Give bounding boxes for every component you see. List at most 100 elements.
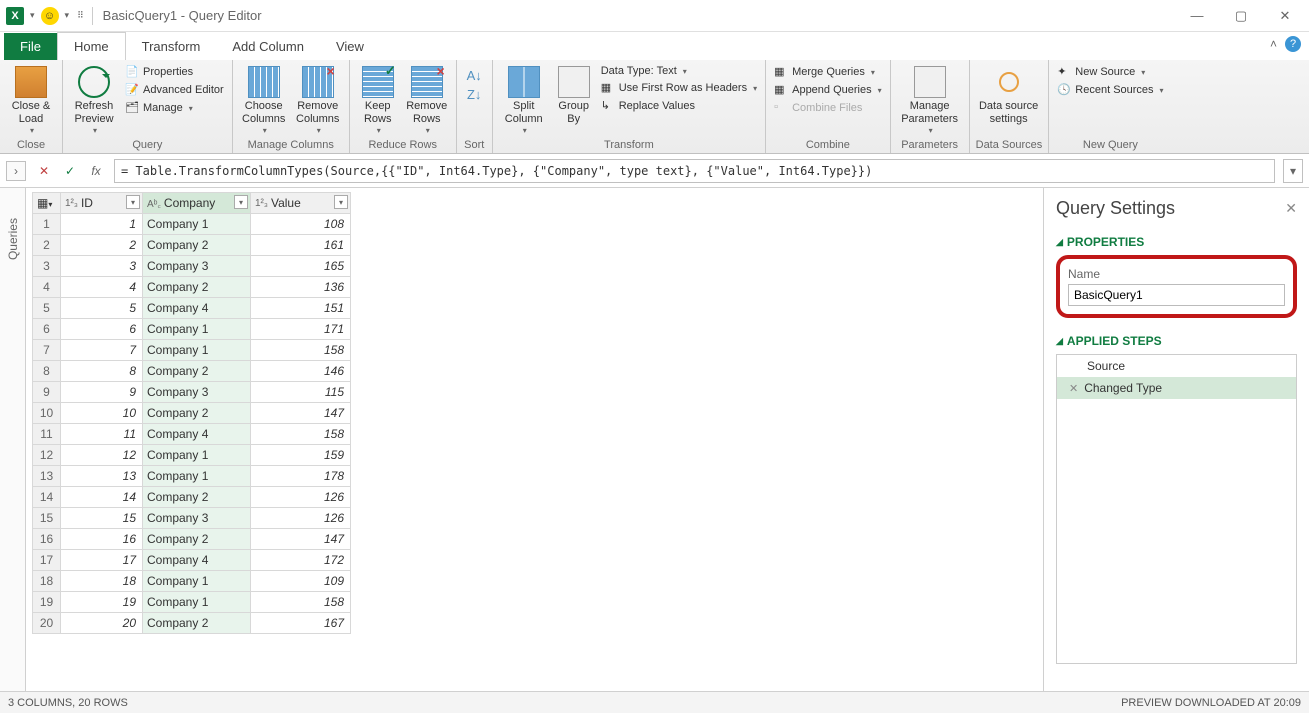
- replace-values-button[interactable]: ↳Replace Values: [599, 98, 759, 114]
- cell-company[interactable]: Company 1: [143, 445, 251, 466]
- table-row[interactable]: 1616Company 2147: [33, 529, 351, 550]
- cell-id[interactable]: 16: [61, 529, 143, 550]
- tab-home[interactable]: Home: [57, 32, 126, 60]
- use-first-row-button[interactable]: ▦Use First Row as Headers▾: [599, 80, 759, 96]
- tab-add-column[interactable]: Add Column: [216, 33, 320, 60]
- query-name-input[interactable]: [1068, 284, 1285, 306]
- append-queries-button[interactable]: ▦Append Queries▾: [772, 82, 884, 98]
- table-row[interactable]: 1717Company 4172: [33, 550, 351, 571]
- cell-value[interactable]: 161: [251, 235, 351, 256]
- choose-columns-button[interactable]: Choose Columns▾: [239, 64, 289, 136]
- table-row[interactable]: 1414Company 2126: [33, 487, 351, 508]
- cell-id[interactable]: 7: [61, 340, 143, 361]
- cell-id[interactable]: 13: [61, 466, 143, 487]
- qat-customize[interactable]: ⠿: [75, 10, 86, 21]
- table-row[interactable]: 1515Company 3126: [33, 508, 351, 529]
- cell-id[interactable]: 5: [61, 298, 143, 319]
- expand-queries-button[interactable]: ›: [6, 161, 26, 181]
- cell-id[interactable]: 19: [61, 592, 143, 613]
- row-number[interactable]: 1: [33, 214, 61, 235]
- row-number[interactable]: 8: [33, 361, 61, 382]
- cell-value[interactable]: 178: [251, 466, 351, 487]
- cell-id[interactable]: 10: [61, 403, 143, 424]
- maximize-button[interactable]: ▢: [1223, 4, 1259, 28]
- sort-asc-button[interactable]: A↓: [467, 68, 482, 83]
- cell-company[interactable]: Company 4: [143, 550, 251, 571]
- row-number[interactable]: 12: [33, 445, 61, 466]
- cell-value[interactable]: 136: [251, 277, 351, 298]
- cell-company[interactable]: Company 2: [143, 613, 251, 634]
- row-number[interactable]: 19: [33, 592, 61, 613]
- step-source[interactable]: Source: [1057, 355, 1296, 377]
- cell-id[interactable]: 8: [61, 361, 143, 382]
- row-number[interactable]: 6: [33, 319, 61, 340]
- filter-company-button[interactable]: ▾: [234, 195, 248, 209]
- recent-sources-button[interactable]: 🕓Recent Sources▾: [1055, 82, 1165, 98]
- cell-company[interactable]: Company 4: [143, 298, 251, 319]
- row-number[interactable]: 7: [33, 340, 61, 361]
- properties-button[interactable]: 📄Properties: [123, 64, 226, 80]
- cell-value[interactable]: 165: [251, 256, 351, 277]
- step-changed-type[interactable]: ✕Changed Type: [1057, 377, 1296, 399]
- cell-id[interactable]: 3: [61, 256, 143, 277]
- refresh-preview-button[interactable]: Refresh Preview▾: [69, 64, 119, 136]
- row-number[interactable]: 3: [33, 256, 61, 277]
- tab-file[interactable]: File: [4, 33, 57, 60]
- cell-company[interactable]: Company 2: [143, 487, 251, 508]
- table-row[interactable]: 33Company 3165: [33, 256, 351, 277]
- cell-value[interactable]: 151: [251, 298, 351, 319]
- row-number[interactable]: 17: [33, 550, 61, 571]
- minimize-button[interactable]: —: [1179, 4, 1215, 28]
- cell-id[interactable]: 15: [61, 508, 143, 529]
- tab-view[interactable]: View: [320, 33, 380, 60]
- row-number[interactable]: 14: [33, 487, 61, 508]
- row-number[interactable]: 9: [33, 382, 61, 403]
- cell-id[interactable]: 18: [61, 571, 143, 592]
- cell-value[interactable]: 126: [251, 508, 351, 529]
- group-by-button[interactable]: Group By: [553, 64, 595, 126]
- cell-company[interactable]: Company 1: [143, 592, 251, 613]
- smiley-icon[interactable]: ☺: [41, 7, 59, 25]
- manage-parameters-button[interactable]: Manage Parameters▾: [897, 64, 963, 136]
- cell-company[interactable]: Company 2: [143, 403, 251, 424]
- applied-steps-header[interactable]: APPLIED STEPS: [1056, 334, 1297, 348]
- table-row[interactable]: 66Company 1171: [33, 319, 351, 340]
- collapse-ribbon-icon[interactable]: ˄: [1270, 37, 1277, 51]
- column-header-value[interactable]: 1²₃Value ▾: [251, 193, 351, 214]
- cell-value[interactable]: 172: [251, 550, 351, 571]
- close-settings-button[interactable]: ✕: [1285, 200, 1297, 217]
- manage-button[interactable]: 🗂Manage▾: [123, 100, 226, 116]
- data-source-settings-button[interactable]: Data source settings: [976, 64, 1042, 126]
- cell-value[interactable]: 167: [251, 613, 351, 634]
- remove-rows-button[interactable]: Remove Rows▾: [404, 64, 450, 136]
- row-number[interactable]: 11: [33, 424, 61, 445]
- table-row[interactable]: 99Company 3115: [33, 382, 351, 403]
- tab-transform[interactable]: Transform: [126, 33, 217, 60]
- table-row[interactable]: 1919Company 1158: [33, 592, 351, 613]
- data-type-button[interactable]: Data Type: Text▾: [599, 64, 759, 78]
- cell-value[interactable]: 147: [251, 529, 351, 550]
- cell-company[interactable]: Company 2: [143, 277, 251, 298]
- cell-id[interactable]: 11: [61, 424, 143, 445]
- cell-company[interactable]: Company 1: [143, 319, 251, 340]
- new-source-button[interactable]: ✦New Source▾: [1055, 64, 1165, 80]
- cell-company[interactable]: Company 1: [143, 466, 251, 487]
- cell-company[interactable]: Company 2: [143, 529, 251, 550]
- row-number[interactable]: 20: [33, 613, 61, 634]
- table-row[interactable]: 2020Company 2167: [33, 613, 351, 634]
- formula-input[interactable]: = Table.TransformColumnTypes(Source,{{"I…: [114, 159, 1275, 183]
- filter-value-button[interactable]: ▾: [334, 195, 348, 209]
- cell-value[interactable]: 158: [251, 592, 351, 613]
- cell-id[interactable]: 6: [61, 319, 143, 340]
- column-header-id[interactable]: 1²₃ID ▾: [61, 193, 143, 214]
- cell-company[interactable]: Company 3: [143, 508, 251, 529]
- cell-value[interactable]: 147: [251, 403, 351, 424]
- cell-company[interactable]: Company 4: [143, 424, 251, 445]
- cell-value[interactable]: 108: [251, 214, 351, 235]
- cell-value[interactable]: 126: [251, 487, 351, 508]
- table-row[interactable]: 88Company 2146: [33, 361, 351, 382]
- cell-value[interactable]: 158: [251, 340, 351, 361]
- table-row[interactable]: 1818Company 1109: [33, 571, 351, 592]
- table-row[interactable]: 1010Company 2147: [33, 403, 351, 424]
- row-number[interactable]: 4: [33, 277, 61, 298]
